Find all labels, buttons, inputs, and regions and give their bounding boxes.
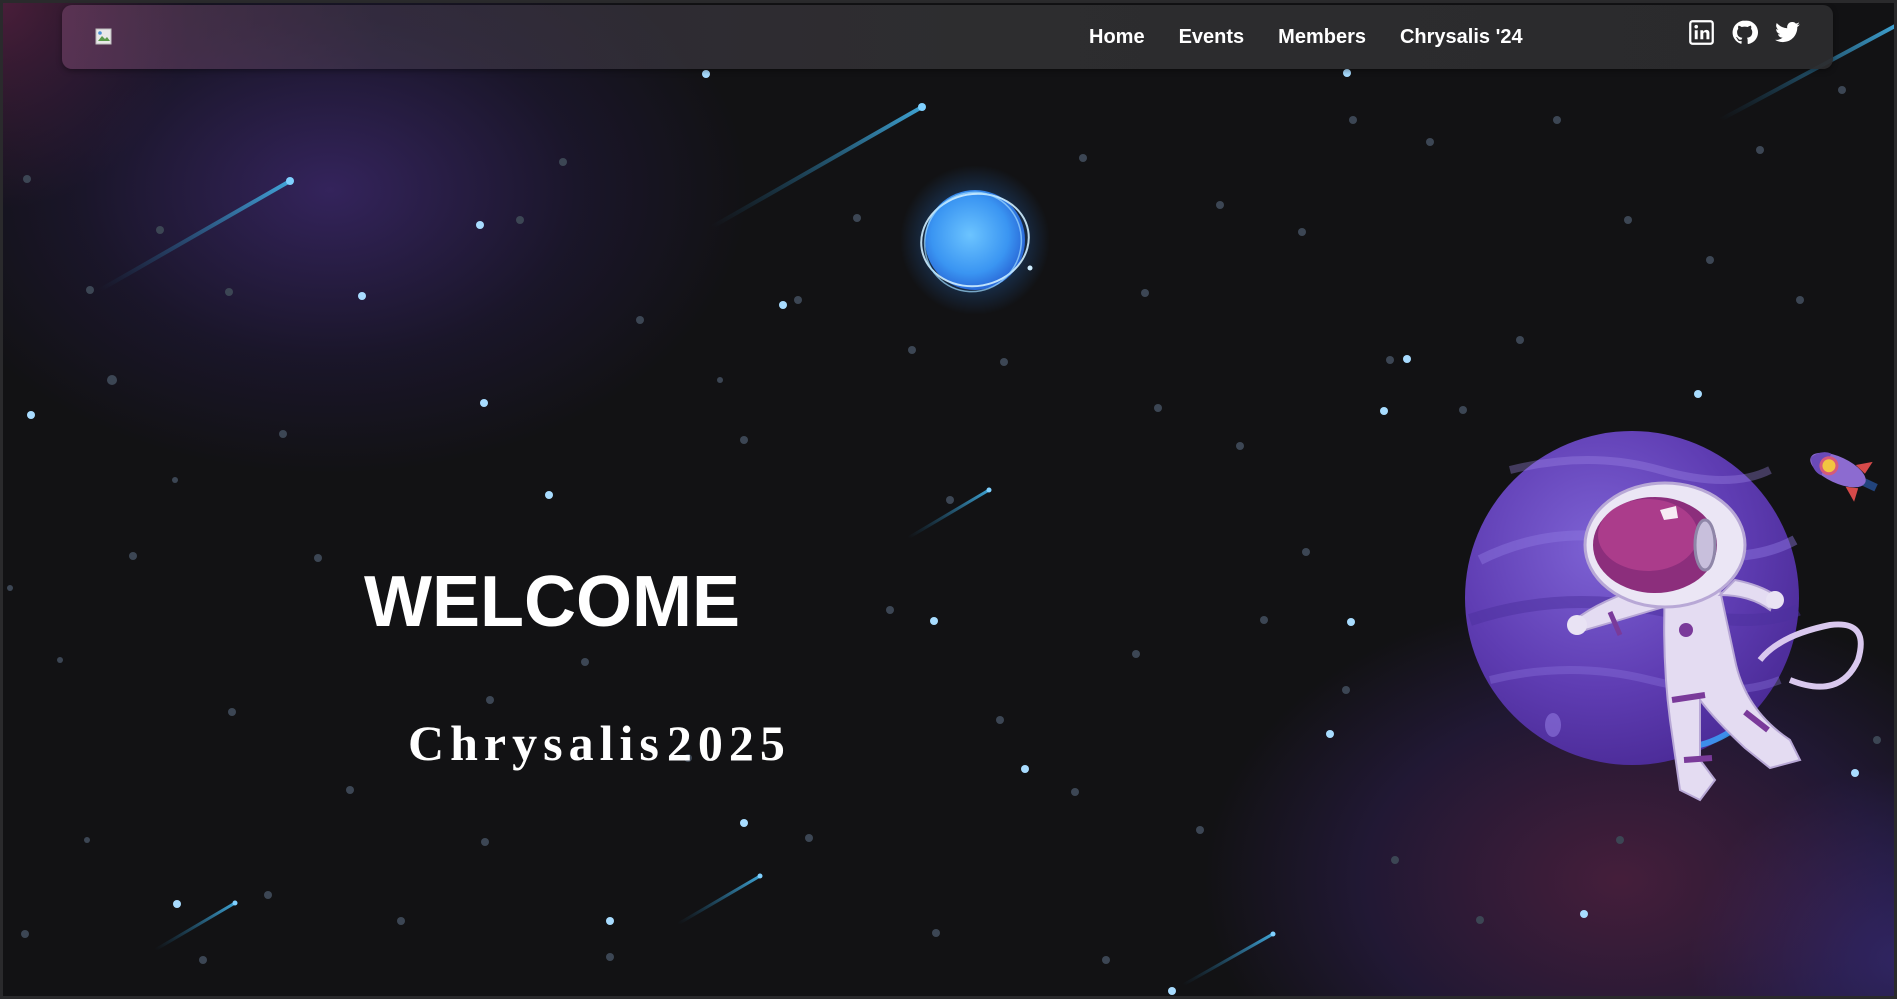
hero-subtitle-year: 2025 [666, 715, 791, 771]
nav-links: Home Events Members Chrysalis '24 [1089, 5, 1557, 69]
hero-page: Home Events Members Chrysalis '24 WELCOM [0, 0, 1897, 999]
hero-subtitle: Chrysalis2025 [408, 718, 791, 768]
linkedin-icon[interactable] [1688, 19, 1715, 46]
nav-link-chrysalis-24[interactable]: Chrysalis '24 [1400, 26, 1523, 49]
starfield [7, 23, 1897, 995]
navbar: Home Events Members Chrysalis '24 [62, 5, 1833, 69]
hero-subtitle-word: Chrysalis [408, 715, 665, 771]
twitter-icon[interactable] [1774, 19, 1801, 46]
nav-link-events[interactable]: Events [1179, 26, 1245, 49]
logo-broken-image-icon[interactable] [95, 28, 113, 46]
glowing-blue-planet [900, 165, 1050, 315]
nav-link-home[interactable]: Home [1089, 26, 1145, 49]
social-links [1688, 19, 1801, 46]
nav-link-members[interactable]: Members [1278, 26, 1366, 49]
github-icon[interactable] [1731, 19, 1758, 46]
rocket [1810, 452, 1878, 502]
hero-title: WELCOME [364, 562, 740, 642]
